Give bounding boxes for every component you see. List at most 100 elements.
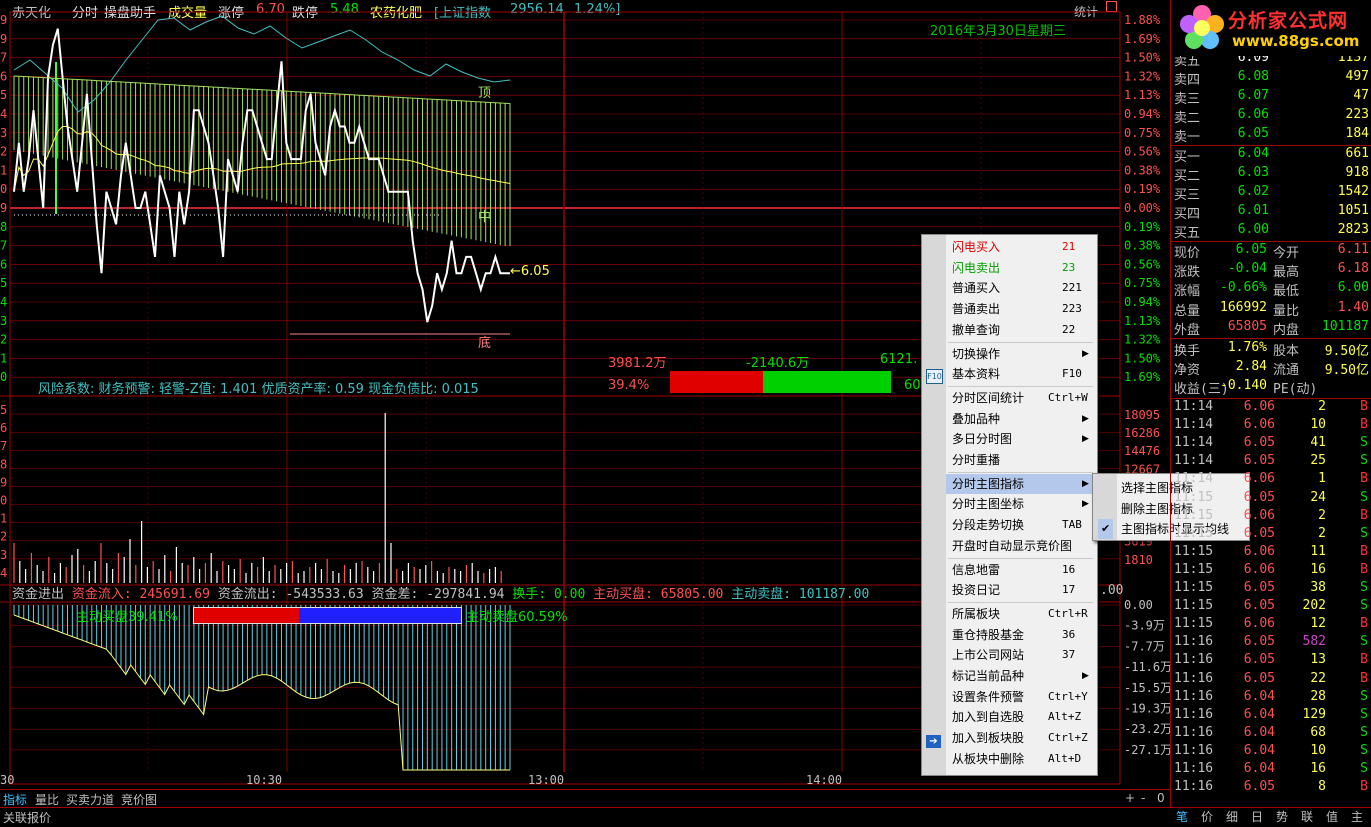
menu-item[interactable]: 标记当前品种 ▶ xyxy=(946,666,1096,686)
quote-row[interactable]: 涨跌 -0.04 最高 6.18 xyxy=(1171,261,1371,280)
menu-item[interactable]: 分时主图指标 ▶ xyxy=(946,473,1096,494)
tick-row[interactable]: 11:16 6.05 13 B xyxy=(1171,652,1371,670)
tab-buy-sell-force[interactable]: 买卖力道 xyxy=(63,791,117,808)
bid-row[interactable]: 买二 6.03 918 xyxy=(1171,165,1371,184)
tick-row[interactable]: 11:14 6.06 10 B xyxy=(1171,417,1371,435)
bid-volume: 1542 xyxy=(1337,184,1369,199)
ask-row[interactable]: 卖二 6.06 223 xyxy=(1171,107,1371,126)
quote-key-2: 流通 xyxy=(1273,363,1300,379)
tick-row[interactable]: 11:16 6.04 129 S xyxy=(1171,707,1371,725)
buy-sell-ratio-bar xyxy=(193,607,462,624)
tick-row[interactable]: 11:15 6.05 38 S xyxy=(1171,580,1371,598)
tick-time: 11:15 xyxy=(1174,489,1214,505)
tab-detail[interactable]: 细 xyxy=(1226,808,1238,825)
chevron-right-icon: ▶ xyxy=(1082,499,1089,510)
tab-trend[interactable]: 势 xyxy=(1276,808,1288,825)
menu-item[interactable]: 撤单查询 22 xyxy=(946,320,1096,340)
tab-main[interactable]: 主 xyxy=(1351,808,1363,825)
ask-row[interactable]: 卖三 6.07 47 xyxy=(1171,88,1371,107)
turnover-value: 0.00 xyxy=(553,587,586,602)
tick-row[interactable]: 11:15 6.06 11 B xyxy=(1171,544,1371,562)
menu-item[interactable]: 从板块中删除 Alt+D xyxy=(946,749,1096,769)
tick-row[interactable]: 11:14 6.05 25 S xyxy=(1171,453,1371,471)
tick-row[interactable]: 11:16 6.04 16 S xyxy=(1171,761,1371,779)
quote-row[interactable]: 涨幅 -0.66% 最低 6.00 xyxy=(1171,280,1371,299)
tick-row[interactable]: 11:15 6.06 16 B xyxy=(1171,562,1371,580)
money-diff-value: -297841.94 xyxy=(426,587,505,602)
menu-item[interactable]: 信息地雷 16 xyxy=(946,560,1096,580)
right-panel-tabs: 笔 价 细 日 势 联 值 主 xyxy=(1170,807,1371,826)
time-axis-label: 10:30 xyxy=(246,773,282,787)
time-axis-label: 13:00 xyxy=(528,773,564,787)
menu-item[interactable]: 加入到板块股 Ctrl+Z xyxy=(946,728,1096,748)
menu-item[interactable]: 上市公司网站 37 xyxy=(946,645,1096,665)
menu-item[interactable]: 基本资料 F10 xyxy=(946,364,1096,384)
tick-row[interactable]: 11:15 6.05 202 S xyxy=(1171,598,1371,616)
tick-row[interactable]: 11:15 6.06 2 B xyxy=(1171,508,1371,526)
tab-volume-ratio[interactable]: 量比 xyxy=(32,791,62,808)
tab-auction-chart[interactable]: 竞价图 xyxy=(118,791,160,808)
tick-volume: 68 xyxy=(1310,724,1326,740)
zoom-reset-button[interactable]: 0 xyxy=(1154,791,1168,805)
quote-row[interactable]: 净资 2.84 流通 9.50亿 xyxy=(1171,359,1371,379)
ask-row[interactable]: 卖一 6.05 184 xyxy=(1171,126,1371,145)
tab-value[interactable]: 值 xyxy=(1326,808,1338,825)
tick-row[interactable]: 11:14 6.06 2 B xyxy=(1171,399,1371,417)
bid-row[interactable]: 买五 6.00 2823 xyxy=(1171,222,1371,241)
menu-item[interactable]: 多日分时图 ▶ xyxy=(946,429,1096,449)
price-axis-label: 3 xyxy=(0,126,7,140)
menu-item[interactable]: 重仓持股基金 36 xyxy=(946,625,1096,645)
tab-ticks[interactable]: 笔 xyxy=(1176,808,1188,825)
menu-item[interactable]: 闪电买入 21 xyxy=(946,237,1096,257)
menu-item[interactable]: 设置条件预警 Ctrl+Y xyxy=(946,687,1096,707)
menu-item[interactable]: 闪电卖出 23 xyxy=(946,258,1096,278)
tick-row[interactable]: 11:16 6.05 8 B xyxy=(1171,779,1371,797)
quote-row[interactable]: 现价 6.05 今开 6.11 xyxy=(1171,242,1371,261)
menu-item-label: 叠加品种 xyxy=(952,411,1001,426)
quote-row[interactable]: 外盘 65805 内盘 101187 xyxy=(1171,319,1371,338)
menu-item[interactable]: 投资日记 17 xyxy=(946,580,1096,600)
tick-row[interactable]: 11:15 6.05 2 S xyxy=(1171,526,1371,544)
tick-row[interactable]: 11:16 6.04 28 S xyxy=(1171,689,1371,707)
bid-row[interactable]: 买三 6.02 1542 xyxy=(1171,184,1371,203)
tick-row[interactable]: 11:15 6.05 24 S xyxy=(1171,490,1371,508)
price-axis-label: 4 xyxy=(0,295,7,309)
tick-row[interactable]: 11:14 6.05 41 S xyxy=(1171,435,1371,453)
related-quote-label[interactable]: 关联报价 xyxy=(3,809,51,826)
money-diff-label: 资金差: xyxy=(371,587,419,602)
menu-item[interactable]: 普通卖出 223 xyxy=(946,299,1096,319)
tick-side: B xyxy=(1360,471,1368,487)
menu-item[interactable]: 分时重播 xyxy=(946,450,1096,470)
tick-row[interactable]: 11:16 6.05 582 S xyxy=(1171,634,1371,652)
tick-row[interactable]: 11:16 6.04 68 S xyxy=(1171,725,1371,743)
bid-row[interactable]: 买一 6.04 661 xyxy=(1171,146,1371,165)
tab-link[interactable]: 联 xyxy=(1301,808,1313,825)
tab-daily[interactable]: 日 xyxy=(1251,808,1263,825)
tick-row[interactable]: 11:14 6.06 1 B xyxy=(1171,471,1371,489)
menu-item[interactable]: 分段走势切换 TAB xyxy=(946,515,1096,535)
zoom-in-button[interactable]: + xyxy=(1122,791,1138,805)
menu-item[interactable]: 所属板块 Ctrl+R xyxy=(946,604,1096,624)
tick-price: 6.04 xyxy=(1243,688,1275,704)
price-axis-label: 7 xyxy=(0,51,7,65)
menu-item[interactable]: 普通买入 221 xyxy=(946,278,1096,298)
menu-item[interactable]: 开盘时自动显示竞价图 xyxy=(946,536,1096,556)
ask-row[interactable]: 卖四 6.08 497 xyxy=(1171,69,1371,88)
menu-item[interactable]: 加入到自选股 Alt+Z xyxy=(946,707,1096,727)
menu-item-label: 分时主图指标 xyxy=(952,476,1025,491)
tab-price[interactable]: 价 xyxy=(1201,808,1213,825)
tab-indicator[interactable]: 指标 xyxy=(0,791,30,808)
quote-row[interactable]: 总量 166992 量比 1.40 xyxy=(1171,300,1371,319)
menu-item[interactable]: 分时区间统计 Ctrl+W xyxy=(946,388,1096,408)
tick-row[interactable]: 11:16 6.04 10 S xyxy=(1171,743,1371,761)
zoom-out-button[interactable]: - xyxy=(1138,791,1148,805)
tick-row[interactable]: 11:15 6.06 12 B xyxy=(1171,616,1371,634)
quote-row[interactable]: 换手 1.76% 股本 9.50亿 xyxy=(1171,340,1371,359)
pct-axis-label: 1.32% xyxy=(1124,333,1161,347)
tick-row[interactable]: 11:16 6.05 22 B xyxy=(1171,671,1371,689)
menu-item[interactable]: 叠加品种 ▶ xyxy=(946,409,1096,429)
menu-item[interactable]: 切换操作 ▶ xyxy=(946,344,1096,364)
bid-row[interactable]: 买四 6.01 1051 xyxy=(1171,203,1371,222)
quote-row[interactable]: 收益(三) -0.140 PE(动) xyxy=(1171,378,1371,397)
menu-item[interactable]: 分时主图坐标 ▶ xyxy=(946,494,1096,514)
